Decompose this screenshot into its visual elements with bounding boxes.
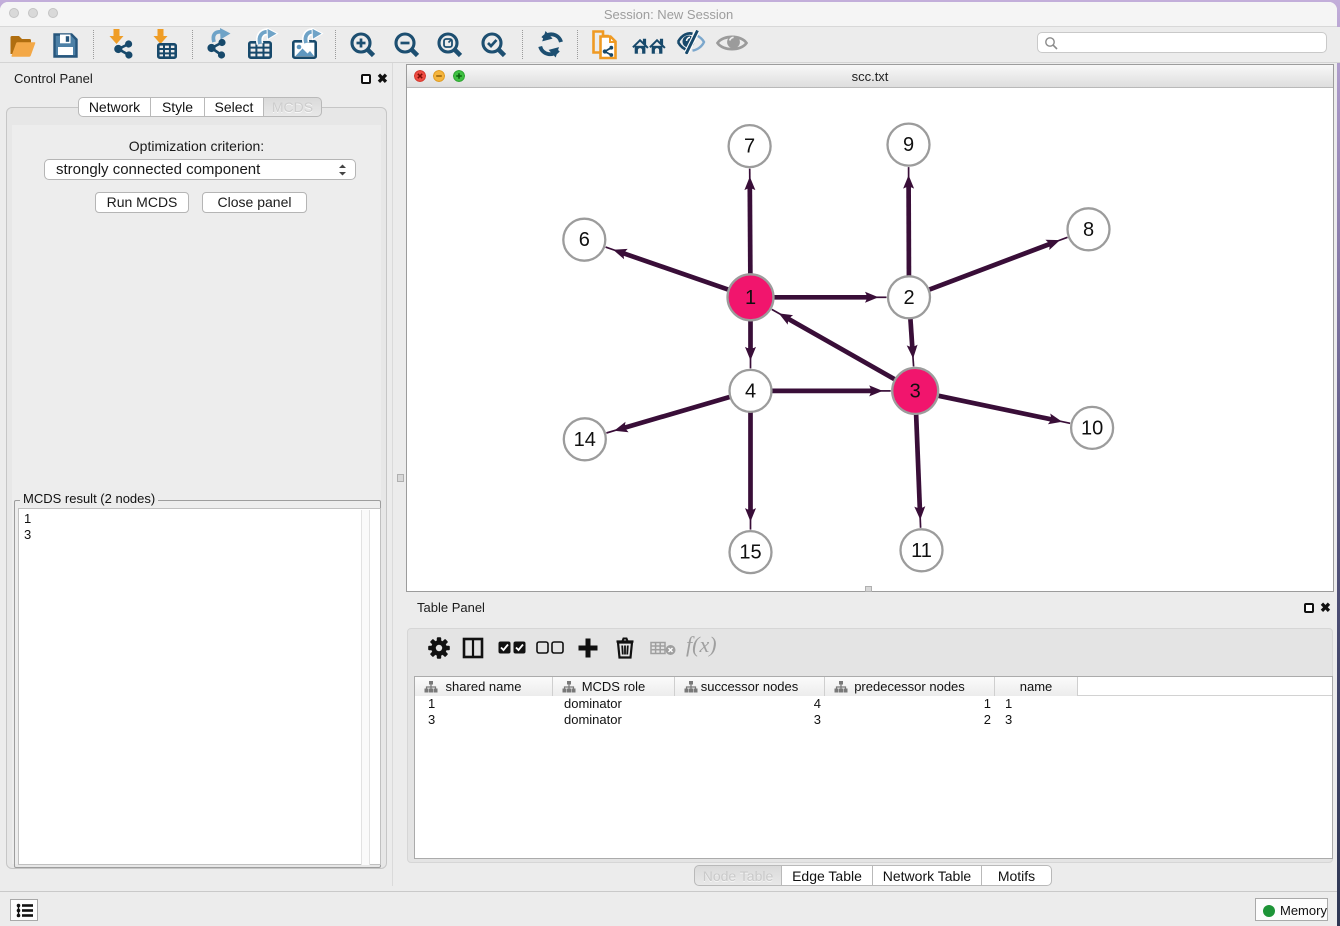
svg-text:1: 1	[745, 287, 756, 309]
svg-text:6: 6	[579, 229, 590, 251]
svg-text:8: 8	[1083, 219, 1094, 241]
svg-text:10: 10	[1081, 417, 1103, 439]
svg-text:11: 11	[911, 540, 932, 562]
svg-text:4: 4	[745, 380, 756, 402]
svg-text:15: 15	[739, 542, 761, 564]
svg-text:9: 9	[903, 134, 914, 156]
svg-text:7: 7	[744, 136, 755, 158]
svg-text:2: 2	[903, 287, 914, 309]
svg-text:3: 3	[910, 380, 921, 402]
svg-text:14: 14	[574, 429, 596, 451]
